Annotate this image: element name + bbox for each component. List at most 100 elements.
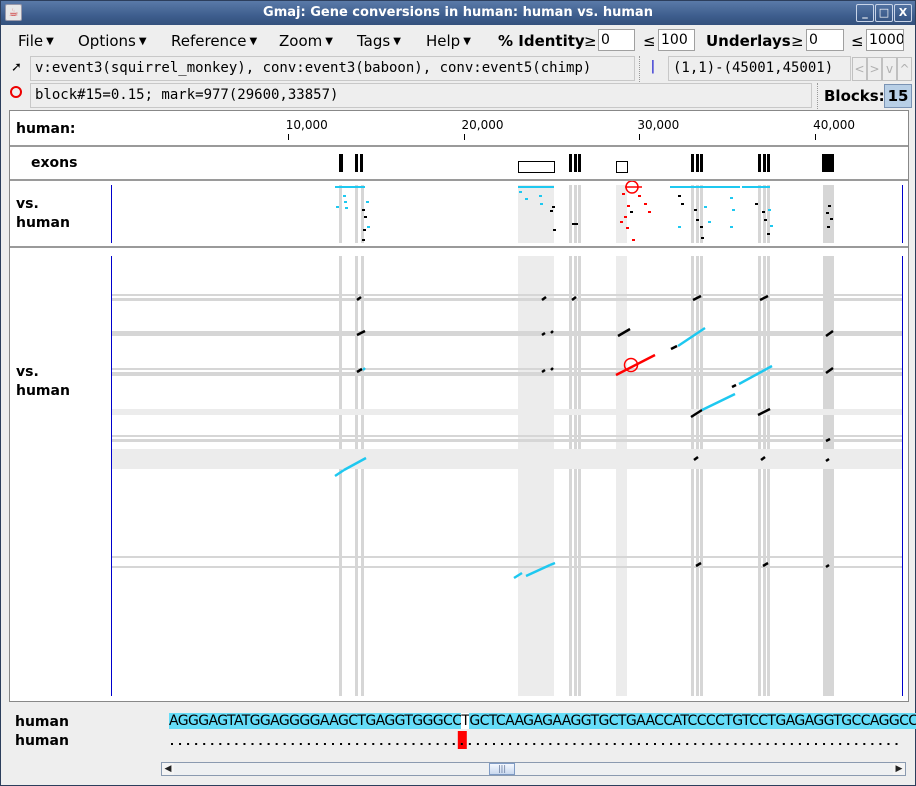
underlay-row <box>112 439 902 442</box>
match-dot <box>855 743 858 745</box>
underlay-row <box>112 435 902 437</box>
match-dot <box>243 743 246 745</box>
match-dot <box>388 743 391 745</box>
underlay-band <box>361 185 364 243</box>
blocks-label: Blocks: <box>824 87 885 105</box>
utr-box <box>616 161 628 173</box>
le-symbol: ≤ <box>851 32 864 50</box>
underlay-column <box>569 256 572 696</box>
ge-symbol: ≥ <box>584 32 597 50</box>
match-dot <box>372 743 375 745</box>
pip-point <box>624 216 627 218</box>
match-dot <box>766 743 769 745</box>
underlay-row <box>112 298 902 301</box>
mismatch-marker <box>457 731 467 749</box>
underlays-label: Underlays <box>706 32 791 50</box>
ruler-tick-label: 20,000 <box>461 118 504 132</box>
menu-zoom[interactable]: Zoom ▼ <box>279 32 333 50</box>
match-dot <box>694 743 697 745</box>
nav-right-button[interactable]: > <box>867 57 882 81</box>
match-dot <box>307 743 310 745</box>
match-dot <box>203 743 206 745</box>
match-dot <box>179 743 182 745</box>
underlay-column <box>700 256 703 696</box>
match-dot <box>871 743 874 745</box>
scroll-thumb[interactable]: ||| <box>489 763 515 775</box>
exon-block <box>569 154 572 172</box>
title-bar[interactable]: ☕ Gmaj: Gene conversions in human: human… <box>1 1 915 25</box>
scroll-right-icon[interactable]: ▶ <box>893 763 905 775</box>
match-dot <box>299 743 302 745</box>
menu-reference[interactable]: Reference ▼ <box>171 32 257 50</box>
match-dot <box>637 743 640 745</box>
match-dot <box>823 743 826 745</box>
alignment-segment <box>550 367 554 371</box>
scroll-left-icon[interactable]: ◀ <box>162 763 174 775</box>
underlay-column <box>767 256 770 696</box>
menu-tags-label: Tags <box>357 32 391 50</box>
match-dot <box>267 743 270 745</box>
pip-point <box>730 226 733 228</box>
maximize-button[interactable]: □ <box>875 4 893 22</box>
match-dot <box>340 743 343 745</box>
match-dot <box>686 743 689 745</box>
menu-help[interactable]: Help ▼ <box>426 32 471 50</box>
chevron-down-icon: ▼ <box>46 36 54 47</box>
underlays-min-input[interactable]: 0 <box>806 29 844 51</box>
nav-up-button[interactable]: ^ <box>897 57 912 81</box>
menu-file[interactable]: File ▼ <box>18 32 54 50</box>
alignment-segment <box>541 331 546 337</box>
match-dot <box>332 743 334 745</box>
pip-conversion-segment <box>670 186 740 188</box>
minimize-button[interactable]: _ <box>856 4 874 22</box>
match-dot <box>517 743 520 745</box>
identity-max-input[interactable]: 100 <box>658 29 695 51</box>
pip-point <box>630 211 633 213</box>
match-dot <box>815 743 817 745</box>
underlay-column <box>763 256 766 696</box>
match-dot <box>565 743 568 745</box>
underlay-row <box>112 372 902 376</box>
pip-point <box>552 206 555 208</box>
menu-options[interactable]: Options ▼ <box>78 32 147 50</box>
match-dot <box>654 743 656 745</box>
horizontal-scrollbar[interactable]: ◀ ||| ▶ <box>161 762 906 776</box>
underlay-band <box>616 185 627 243</box>
alignment-segment <box>825 563 830 569</box>
pip-point <box>768 209 771 211</box>
pip-point <box>704 206 707 208</box>
identity-min-input[interactable]: 0 <box>598 29 635 51</box>
alignment-segment <box>825 457 830 463</box>
underlay-row <box>112 409 902 415</box>
underlay-band <box>355 185 358 243</box>
menu-options-label: Options <box>78 32 136 50</box>
match-dot <box>895 743 898 745</box>
match-dot <box>879 743 882 745</box>
match-dot <box>710 743 713 745</box>
underlay-row <box>112 556 902 558</box>
close-button[interactable]: X <box>894 4 912 22</box>
blocks-count-button[interactable]: 15 <box>884 84 912 108</box>
match-dots <box>171 731 898 749</box>
ruler-tick-label: 10,000 <box>285 118 328 132</box>
menu-reference-label: Reference <box>171 32 247 50</box>
match-dot <box>678 743 681 745</box>
nav-left-button[interactable]: < <box>852 57 867 81</box>
ruler-tick-mark <box>463 134 465 140</box>
pip-point <box>620 221 623 223</box>
nav-down-button[interactable]: v <box>882 57 897 81</box>
dotplot[interactable] <box>10 248 908 701</box>
match-dot <box>356 743 359 745</box>
pointer-info-field: v:event3(squirrel_monkey), conv:event3(b… <box>30 56 635 81</box>
pip-plot[interactable] <box>10 181 908 246</box>
menu-tags[interactable]: Tags ▼ <box>357 32 401 50</box>
pip-point <box>553 229 556 231</box>
pip-point <box>678 195 681 197</box>
underlay-band <box>691 185 694 243</box>
pip-point <box>830 218 833 220</box>
ruler-label: human: <box>16 121 76 137</box>
match-dot <box>476 743 479 745</box>
underlays-max-input[interactable]: 1000 <box>866 29 904 51</box>
match-dot <box>629 743 632 745</box>
divider <box>817 83 818 109</box>
